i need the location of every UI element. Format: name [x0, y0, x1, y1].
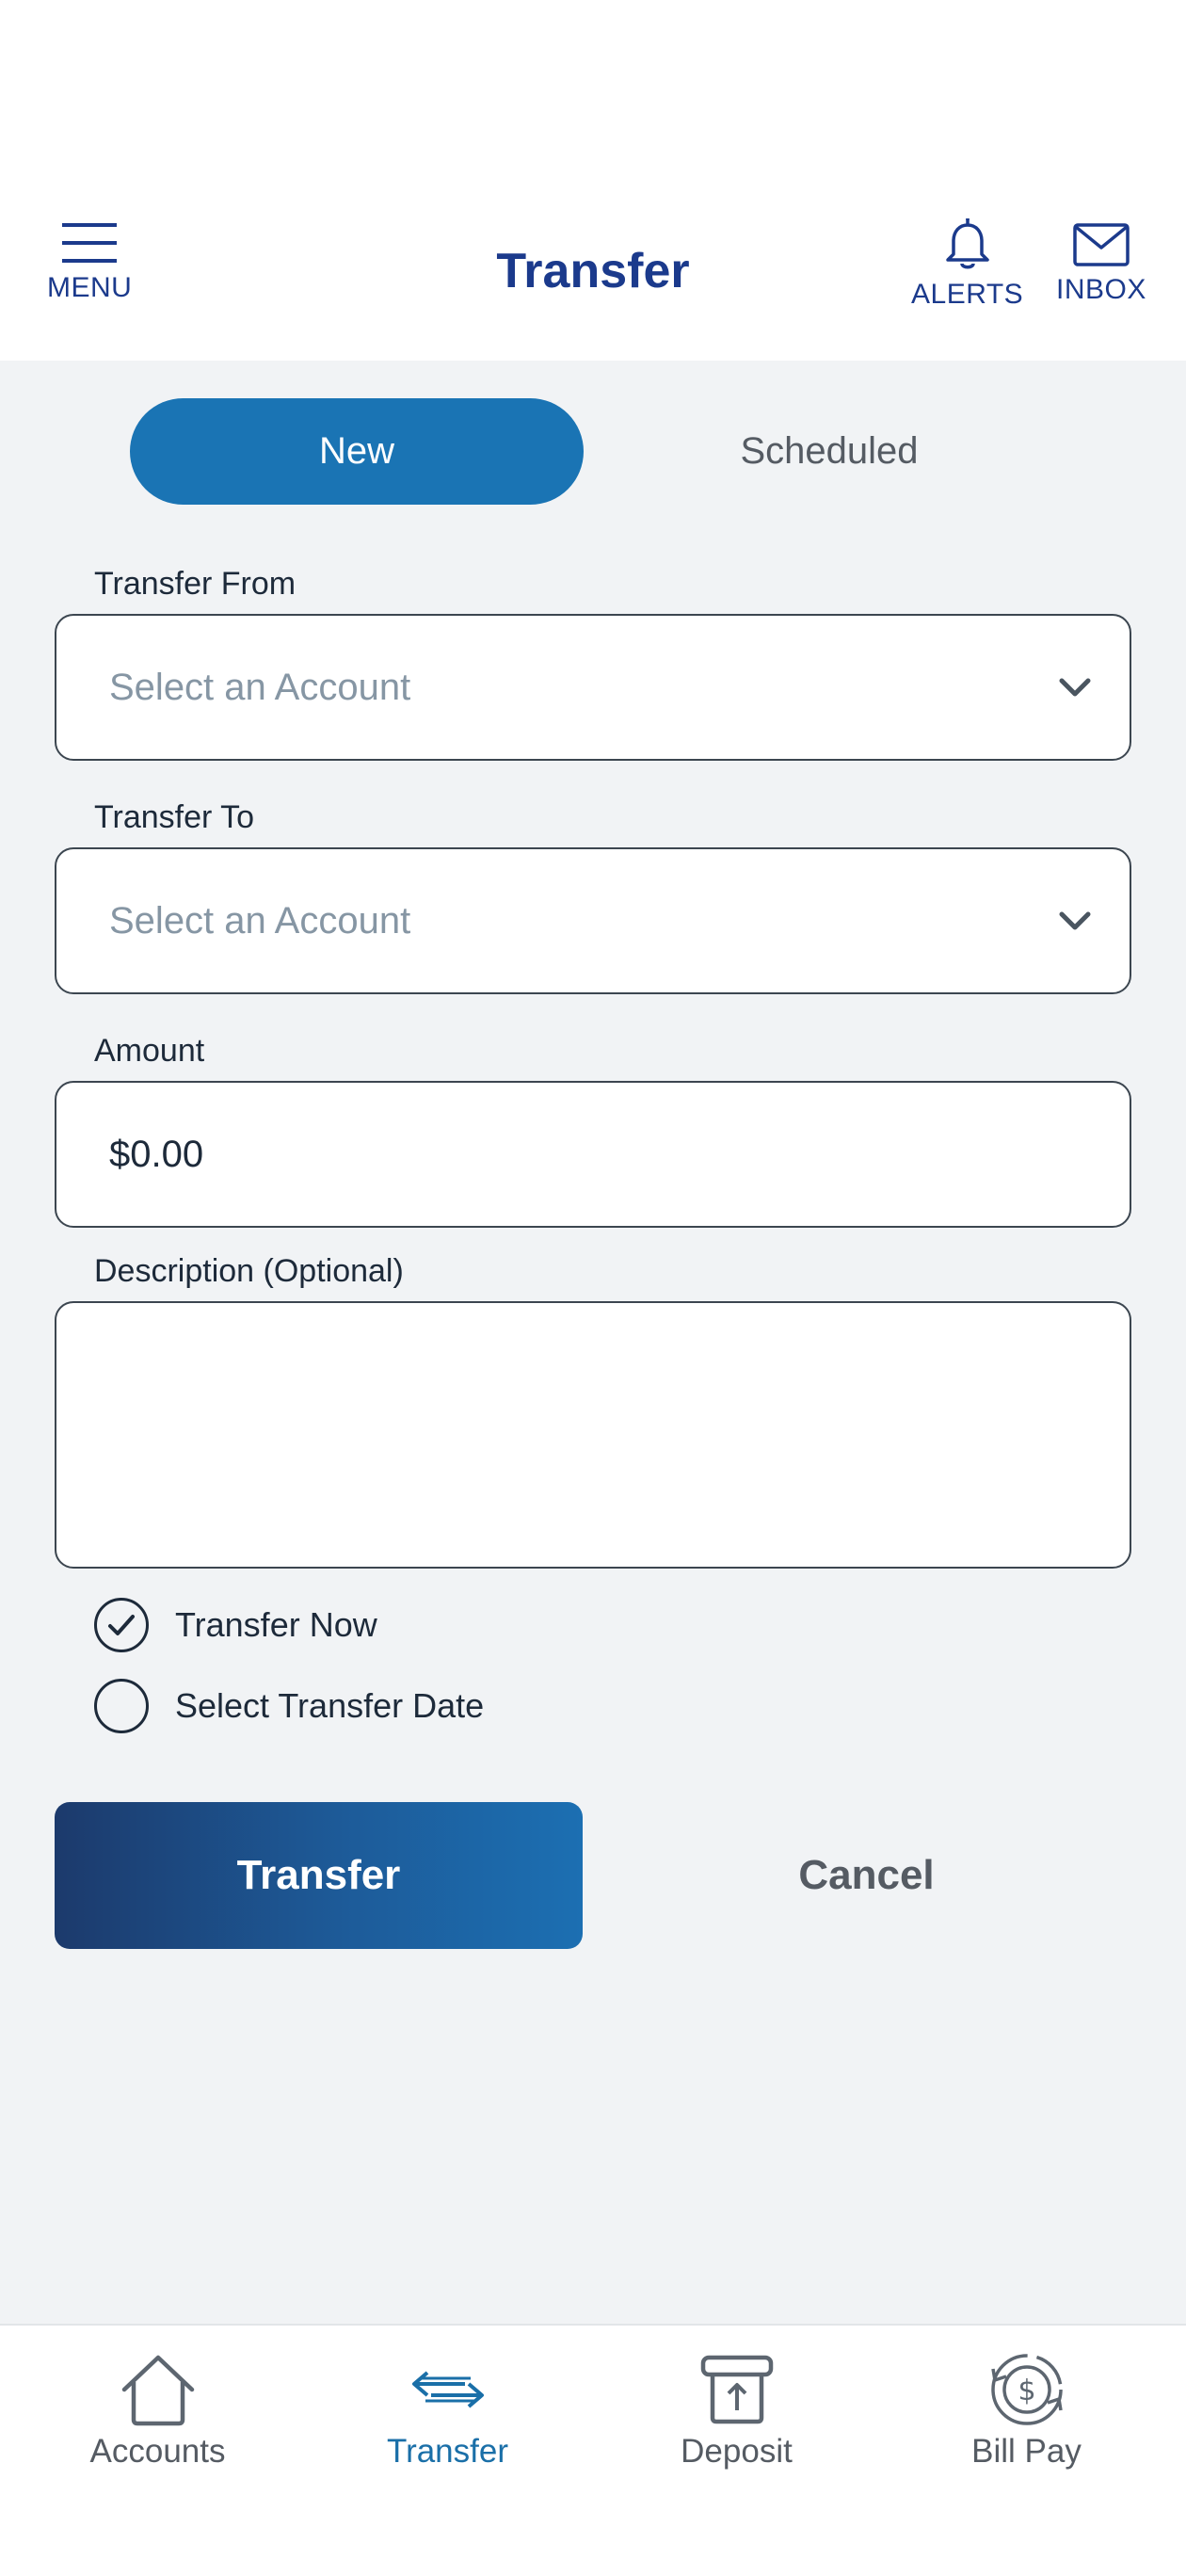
tab-accounts[interactable]: Accounts [9, 2352, 306, 2471]
tab-new[interactable]: New [130, 398, 584, 505]
description-label: Description (Optional) [94, 1253, 404, 1289]
amount-label: Amount [94, 1033, 205, 1069]
checkmark-icon [108, 1615, 135, 1635]
transfer-to-select[interactable]: Select an Account [55, 847, 1131, 994]
home-icon [121, 2355, 194, 2426]
select-date-option[interactable]: Select Transfer Date [94, 1679, 484, 1733]
bill-pay-icon: $ [990, 2354, 1063, 2425]
transfer-to-label: Transfer To [94, 799, 255, 835]
select-date-label: Select Transfer Date [175, 1686, 485, 1725]
transfer-arrows-icon [411, 2371, 484, 2408]
mail-icon [1073, 223, 1130, 266]
app-header: MENU Transfer ALERTS INBOX [0, 198, 1186, 361]
tab-deposit[interactable]: Deposit [588, 2352, 885, 2471]
chevron-down-icon [1059, 678, 1091, 697]
tab-bill-pay[interactable]: $ Bill Pay [878, 2352, 1175, 2471]
transfer-from-select[interactable]: Select an Account [55, 614, 1131, 761]
transfer-form-area: New Scheduled Transfer From Select an Ac… [0, 361, 1186, 2324]
cancel-button[interactable]: Cancel [602, 1802, 1130, 1949]
description-textarea[interactable] [55, 1301, 1131, 1569]
transfer-now-radio[interactable] [94, 1598, 149, 1652]
transfer-button[interactable]: Transfer [55, 1802, 583, 1949]
select-date-radio[interactable] [94, 1679, 149, 1733]
tab-accounts-label: Accounts [89, 2433, 226, 2470]
bottom-tab-bar: Accounts Transfer Deposit $ Bill Pay [0, 2324, 1186, 2576]
transfer-to-placeholder: Select an Account [109, 899, 411, 942]
amount-value: $0.00 [109, 1133, 204, 1175]
bell-icon [945, 218, 989, 269]
inbox-button[interactable]: INBOX [1056, 223, 1146, 306]
tab-bill-pay-label: Bill Pay [971, 2433, 1082, 2470]
chevron-down-icon [1059, 911, 1091, 930]
transfer-now-label: Transfer Now [175, 1605, 377, 1644]
svg-text:$: $ [1018, 2375, 1035, 2407]
alerts-button[interactable]: ALERTS [911, 217, 1023, 311]
tab-transfer-label: Transfer [386, 2433, 508, 2470]
alerts-label: ALERTS [911, 279, 1024, 310]
inbox-label: INBOX [1056, 274, 1146, 305]
amount-input[interactable]: $0.00 [55, 1081, 1131, 1228]
transfer-from-label: Transfer From [94, 566, 296, 602]
tab-deposit-label: Deposit [681, 2433, 793, 2470]
tab-transfer[interactable]: Transfer [299, 2352, 596, 2471]
transfer-from-placeholder: Select an Account [109, 666, 411, 708]
transfer-now-option[interactable]: Transfer Now [94, 1598, 377, 1652]
status-bar-area [0, 0, 1186, 198]
deposit-icon [700, 2355, 773, 2424]
tab-scheduled[interactable]: Scheduled [602, 398, 1056, 505]
